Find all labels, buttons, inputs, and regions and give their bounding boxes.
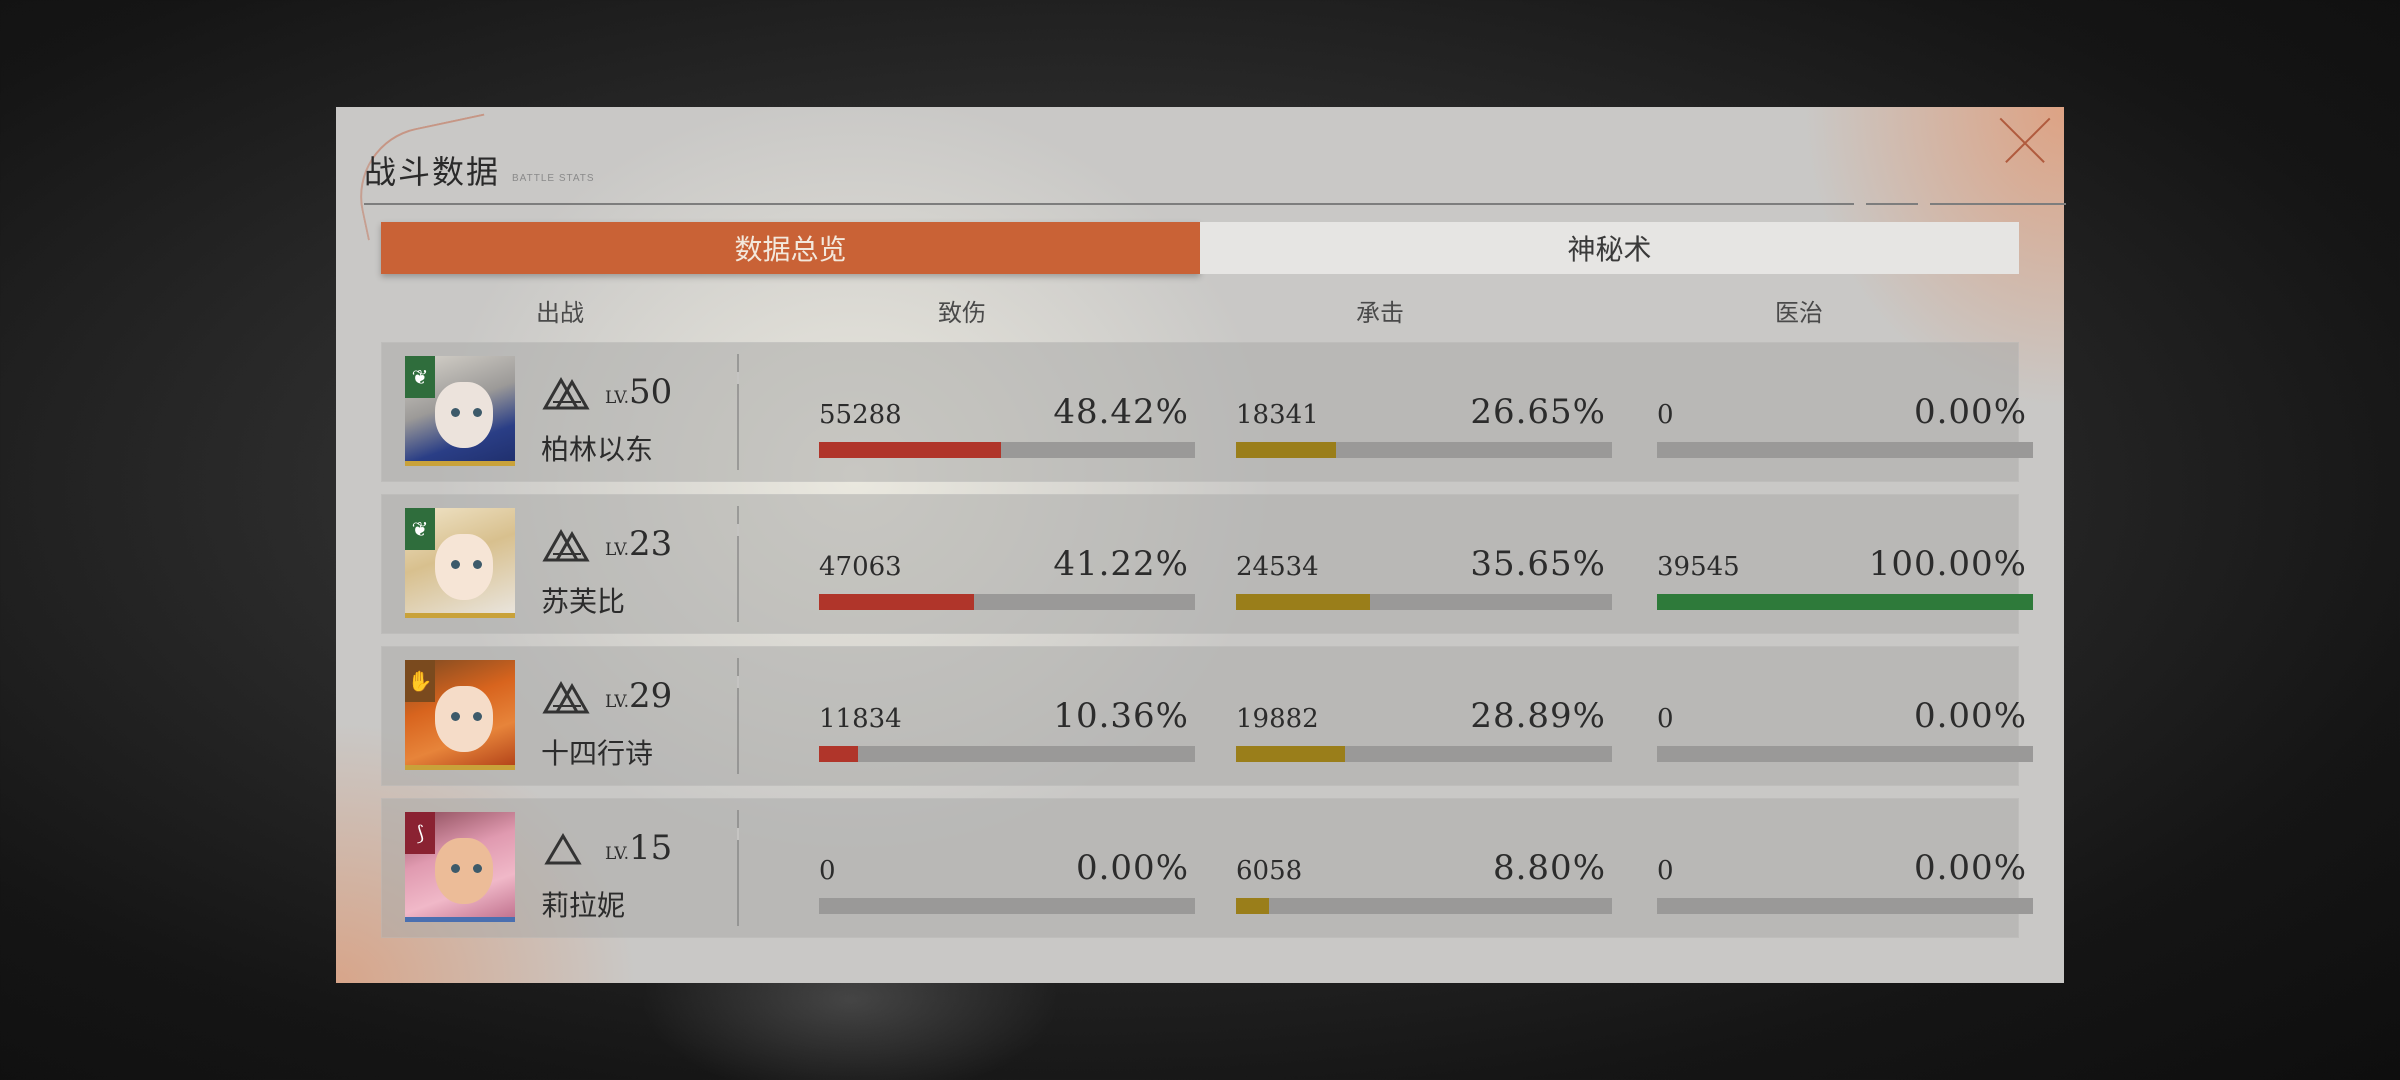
stat-heal-value: 39545	[1657, 552, 1740, 582]
character-level: LV.29	[605, 676, 673, 716]
stat-heal: 0 0.00%	[1657, 646, 2033, 786]
column-header-damage: 致伤	[938, 299, 986, 327]
tab-bar: 数据总览 神秘术	[381, 222, 2019, 274]
stat-taken-bar	[1236, 442, 1612, 458]
stat-damage: 47063 41.22%	[819, 494, 1195, 634]
stat-heal-percent: 100.00%	[1868, 544, 2027, 584]
tab-overview[interactable]: 数据总览	[381, 222, 1200, 274]
stat-taken-bar	[1236, 898, 1612, 914]
column-header-heal: 医治	[1775, 299, 1823, 327]
stat-heal-value: 0	[1657, 704, 1674, 734]
character-name: 柏林以东	[541, 433, 654, 466]
tab-arcanum[interactable]: 神秘术	[1200, 222, 2019, 274]
stat-damage-value: 11834	[819, 704, 902, 734]
character-portrait[interactable]: ❦	[405, 508, 515, 618]
triangle-icon	[541, 831, 591, 867]
stat-taken: 6058 8.80%	[1236, 798, 1612, 938]
stat-taken-bar-fill	[1236, 594, 1371, 610]
stat-taken-percent: 35.65%	[1470, 544, 1606, 584]
stat-damage-bar-fill	[819, 594, 974, 610]
column-header-taken: 承击	[1356, 299, 1404, 327]
character-row: ✋ LV.29 十四行诗 11834 10.36% 19882 28.89% 0 0.00%	[381, 646, 2033, 786]
stat-damage-percent: 10.36%	[1053, 696, 1189, 736]
hand-icon: ✋	[405, 660, 435, 702]
stat-taken: 24534 35.65%	[1236, 494, 1612, 634]
leaf-icon: ❦	[405, 356, 435, 398]
stat-taken-bar-fill	[1236, 746, 1345, 762]
stat-damage-bar	[819, 898, 1195, 914]
character-name: 莉拉妮	[541, 889, 626, 922]
character-name: 十四行诗	[541, 737, 654, 770]
character-row: ⟆ LV.15 莉拉妮 0 0.00% 6058 8.80% 0 0.00%	[381, 798, 2033, 938]
close-button[interactable]	[2000, 115, 2050, 165]
leaf-icon: ❦	[405, 508, 435, 550]
stat-heal: 39545 100.00%	[1657, 494, 2033, 634]
double-triangle-icon	[541, 679, 591, 715]
stat-taken-bar	[1236, 594, 1612, 610]
stat-damage-bar	[819, 442, 1195, 458]
character-row: ❦ LV.23 苏芙比 47063 41.22% 24534 35.65% 39545 100.…	[381, 494, 2033, 634]
character-portrait[interactable]: ⟆	[405, 812, 515, 922]
stat-damage-bar-fill	[819, 442, 1002, 458]
portrait-face	[435, 534, 493, 600]
stat-heal-percent: 0.00%	[1913, 392, 2027, 432]
stat-heal: 0 0.00%	[1657, 342, 2033, 482]
battle-stats-dialog: 战斗数据 BATTLE STATS 数据总览 神秘术 出战 致伤 承击 医治 ❦…	[336, 107, 2066, 983]
stat-damage-bar	[819, 594, 1195, 610]
stat-heal-value: 0	[1657, 400, 1674, 430]
dialog-title: 战斗数据	[364, 153, 501, 191]
stat-damage-value: 0	[819, 856, 836, 886]
stat-damage-percent: 41.22%	[1053, 544, 1189, 584]
title-divider	[1866, 203, 1918, 205]
stat-heal-percent: 0.00%	[1913, 848, 2027, 888]
stat-taken-percent: 8.80%	[1492, 848, 1606, 888]
character-level: LV.50	[605, 372, 673, 412]
stat-heal: 0 0.00%	[1657, 798, 2033, 938]
stat-damage: 55288 48.42%	[819, 342, 1195, 482]
stat-heal-bar-fill	[1657, 594, 2033, 610]
stat-taken-value: 19882	[1236, 704, 1319, 734]
stat-taken-value: 18341	[1236, 400, 1319, 430]
stat-damage: 0 0.00%	[819, 798, 1195, 938]
stat-heal-bar	[1657, 746, 2033, 762]
title-divider	[364, 203, 1854, 205]
stat-taken-value: 24534	[1236, 552, 1319, 582]
character-portrait[interactable]: ❦	[405, 356, 515, 466]
stat-taken-bar-fill	[1236, 442, 1337, 458]
claw-icon: ⟆	[405, 812, 435, 854]
dialog-subtitle: BATTLE STATS	[512, 173, 595, 184]
title-divider	[1930, 203, 2066, 205]
stat-taken-bar-fill	[1236, 898, 1270, 914]
stat-heal-bar	[1657, 898, 2033, 914]
stat-damage-bar	[819, 746, 1195, 762]
stat-taken-percent: 28.89%	[1470, 696, 1606, 736]
stat-damage-percent: 48.42%	[1053, 392, 1189, 432]
stat-damage-value: 47063	[819, 552, 902, 582]
stat-taken: 18341 26.65%	[1236, 342, 1612, 482]
column-header-deploy: 出战	[536, 299, 584, 327]
stat-damage-bar-fill	[819, 746, 858, 762]
double-triangle-icon	[541, 527, 591, 563]
stat-heal-percent: 0.00%	[1913, 696, 2027, 736]
character-name: 苏芙比	[541, 585, 626, 618]
portrait-face	[435, 686, 493, 752]
character-portrait[interactable]: ✋	[405, 660, 515, 770]
portrait-face	[435, 838, 493, 904]
character-level: LV.15	[605, 828, 673, 868]
stat-taken-value: 6058	[1236, 856, 1303, 886]
character-level: LV.23	[605, 524, 673, 564]
stat-taken-bar	[1236, 746, 1612, 762]
stat-damage-percent: 0.00%	[1075, 848, 1189, 888]
stat-heal-bar	[1657, 594, 2033, 610]
stat-damage: 11834 10.36%	[819, 646, 1195, 786]
stat-heal-value: 0	[1657, 856, 1674, 886]
double-triangle-icon	[541, 375, 591, 411]
stat-taken: 19882 28.89%	[1236, 646, 1612, 786]
stat-heal-bar	[1657, 442, 2033, 458]
stat-damage-value: 55288	[819, 400, 902, 430]
character-row: ❦ LV.50 柏林以东 55288 48.42% 18341 26.65% 0 0.00%	[381, 342, 2033, 482]
stat-taken-percent: 26.65%	[1470, 392, 1606, 432]
portrait-face	[435, 382, 493, 448]
